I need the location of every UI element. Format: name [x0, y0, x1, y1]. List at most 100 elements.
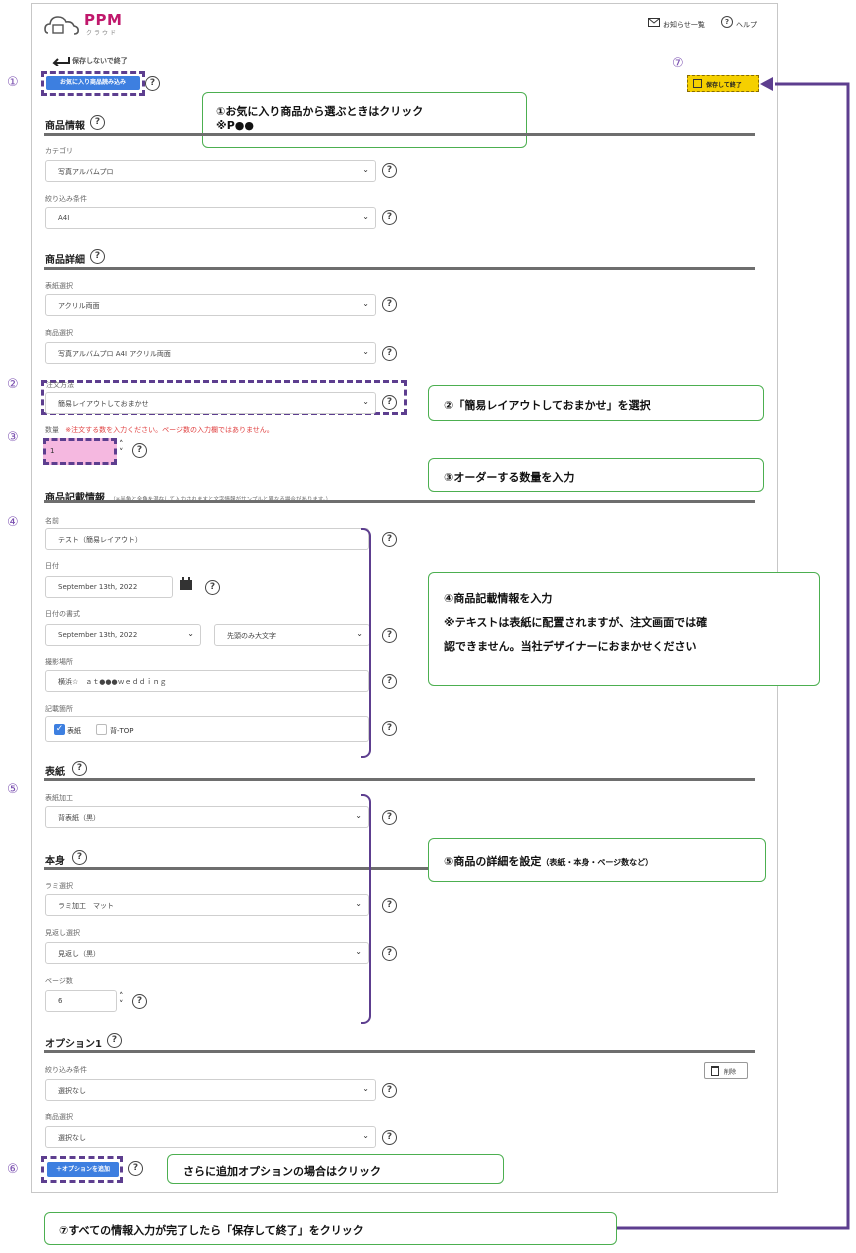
brace-4: [361, 528, 371, 758]
category-label: カテゴリ: [45, 147, 73, 155]
connector-arrow: [617, 77, 850, 1230]
checkbox-checked-icon[interactable]: ✓: [54, 724, 65, 735]
help-icon[interactable]: ?: [382, 346, 397, 361]
section-product-info-title: 商品情報: [45, 121, 85, 132]
option-filter-label: 絞り込み条件: [45, 1066, 87, 1074]
help-icon[interactable]: ?: [128, 1161, 143, 1176]
name-label: 名前: [45, 517, 59, 525]
option-filter-select[interactable]: 選択なし ⌄: [45, 1079, 376, 1101]
option-product-select[interactable]: 選択なし ⌄: [45, 1126, 376, 1148]
help-icon[interactable]: ?: [145, 76, 160, 91]
chevron-down-icon: ⌄: [362, 212, 369, 221]
placement-label: 記載箇所: [45, 705, 73, 713]
placement-group: ✓ 表紙 背-TOP: [45, 716, 369, 742]
cover-process-label: 表紙加工: [45, 794, 73, 802]
section-product-detail-title: 商品詳細: [45, 255, 85, 266]
brace-5: [361, 794, 371, 1024]
help-icon[interactable]: ?: [72, 761, 87, 776]
help-icon[interactable]: ?: [205, 580, 220, 595]
calendar-icon[interactable]: [179, 577, 193, 591]
section-cover-title: 表紙: [45, 767, 65, 778]
name-input[interactable]: テスト（簡易レイアウト）: [45, 528, 369, 550]
chevron-down-icon: ⌄: [362, 1131, 369, 1140]
add-option-button[interactable]: ＋オプションを追加: [47, 1162, 119, 1177]
stepper-icon[interactable]: ˄ ˅: [119, 993, 124, 1010]
help-icon[interactable]: ?: [382, 395, 397, 410]
help-icon[interactable]: ?: [721, 16, 733, 28]
help-icon[interactable]: ?: [132, 443, 147, 458]
back-arrow-icon[interactable]: [52, 56, 70, 66]
date-format-select[interactable]: September 13th, 2022 ⌄: [45, 624, 201, 646]
help-icon[interactable]: ?: [382, 1130, 397, 1145]
pages-label: ページ数: [45, 977, 73, 985]
placement-option-cover[interactable]: 表紙: [67, 726, 81, 736]
section-body-title: 本身: [45, 856, 65, 867]
chevron-down-icon: ⌄: [362, 397, 369, 406]
cloud-logo-icon: [44, 16, 79, 35]
chevron-down-icon: ⌄: [362, 165, 369, 174]
lami-select-label: ラミ選択: [45, 882, 73, 890]
date-case-select[interactable]: 先頭のみ大文字 ⌄: [214, 624, 370, 646]
chevron-down-icon: ⌄: [362, 347, 369, 356]
category-select[interactable]: 写真アルバムプロ ⌄: [45, 160, 376, 182]
callout-7: ⑦すべての情報入力が完了したら「保存して終了」をクリック: [44, 1212, 617, 1245]
filter-label: 絞り込み条件: [45, 195, 87, 203]
section-option1-title: オプション1: [45, 1039, 102, 1050]
help-icon[interactable]: ?: [132, 994, 147, 1009]
product-select-label: 商品選択: [45, 329, 73, 337]
help-icon[interactable]: ?: [382, 721, 397, 736]
date-format-label: 日付の書式: [45, 610, 80, 618]
quantity-input[interactable]: 1: [43, 438, 117, 465]
marker-3: ③: [7, 430, 19, 445]
help-icon[interactable]: ?: [90, 115, 105, 130]
marker-4: ④: [7, 515, 19, 530]
marker-2: ②: [7, 377, 19, 392]
lami-select[interactable]: ラミ加工 マット ⌄: [45, 894, 369, 916]
option-product-label: 商品選択: [45, 1113, 73, 1121]
cover-select[interactable]: アクリル両面 ⌄: [45, 294, 376, 316]
callout-1-line1: ①お気に入り商品から選ぶときはクリック: [216, 105, 424, 118]
location-input[interactable]: 横浜☆ ａｔ●●●ｗｅｄｄｉｎｇ: [45, 670, 369, 692]
date-label: 日付: [45, 562, 59, 570]
placement-option-spine[interactable]: 背-TOP: [110, 726, 134, 736]
date-input[interactable]: September 13th, 2022: [45, 576, 173, 598]
quantity-label: 数量: [45, 426, 59, 434]
back-without-save-link[interactable]: 保存しないで終了: [72, 56, 128, 66]
chevron-down-icon: ⌄: [362, 299, 369, 308]
help-icon[interactable]: ?: [382, 297, 397, 312]
help-icon[interactable]: ?: [382, 810, 397, 825]
quantity-note: ※注文する数を入力ください。ページ数の入力欄ではありません。: [65, 426, 274, 434]
help-icon[interactable]: ?: [382, 628, 397, 643]
help-link[interactable]: ヘルプ: [736, 20, 757, 30]
favorite-load-button[interactable]: お気に入り商品読み込み: [46, 76, 140, 90]
logo-text: PPM: [84, 11, 123, 29]
marker-6: ⑥: [7, 1162, 19, 1177]
filter-select[interactable]: A4I ⌄: [45, 207, 376, 229]
stepper-icon[interactable]: ˄ ˅: [119, 441, 124, 458]
help-icon[interactable]: ?: [382, 1083, 397, 1098]
help-icon[interactable]: ?: [382, 210, 397, 225]
cover-process-select[interactable]: 背表紙（黒） ⌄: [45, 806, 369, 828]
help-icon[interactable]: ?: [382, 532, 397, 547]
quantity-label-row: 数量 ※注文する数を入力ください。ページ数の入力欄ではありません。: [45, 425, 274, 435]
order-method-select[interactable]: 簡易レイアウトしておまかせ ⌄: [45, 392, 376, 414]
help-icon[interactable]: ?: [382, 674, 397, 689]
help-icon[interactable]: ?: [382, 898, 397, 913]
marker-7: ⑦: [672, 56, 684, 71]
notice-link[interactable]: お知らせ一覧: [663, 20, 705, 30]
help-icon[interactable]: ?: [90, 249, 105, 264]
chevron-down-icon: ⌄: [362, 1084, 369, 1093]
pages-input[interactable]: 6: [45, 990, 117, 1012]
marker-5: ⑤: [7, 782, 19, 797]
endpaper-select[interactable]: 見返し（黒） ⌄: [45, 942, 369, 964]
callout-1-line2: ※P●●: [216, 119, 254, 132]
checkbox-unchecked-icon[interactable]: [96, 724, 107, 735]
product-select[interactable]: 写真アルバムプロ A4I アクリル両面 ⌄: [45, 342, 376, 364]
help-icon[interactable]: ?: [382, 946, 397, 961]
help-icon[interactable]: ?: [107, 1033, 122, 1048]
mail-icon[interactable]: [648, 18, 660, 27]
endpaper-label: 見返し選択: [45, 929, 80, 937]
callout-1: ①お気に入り商品から選ぶときはクリック ※P●●: [202, 92, 527, 148]
help-icon[interactable]: ?: [382, 163, 397, 178]
help-icon[interactable]: ?: [72, 850, 87, 865]
